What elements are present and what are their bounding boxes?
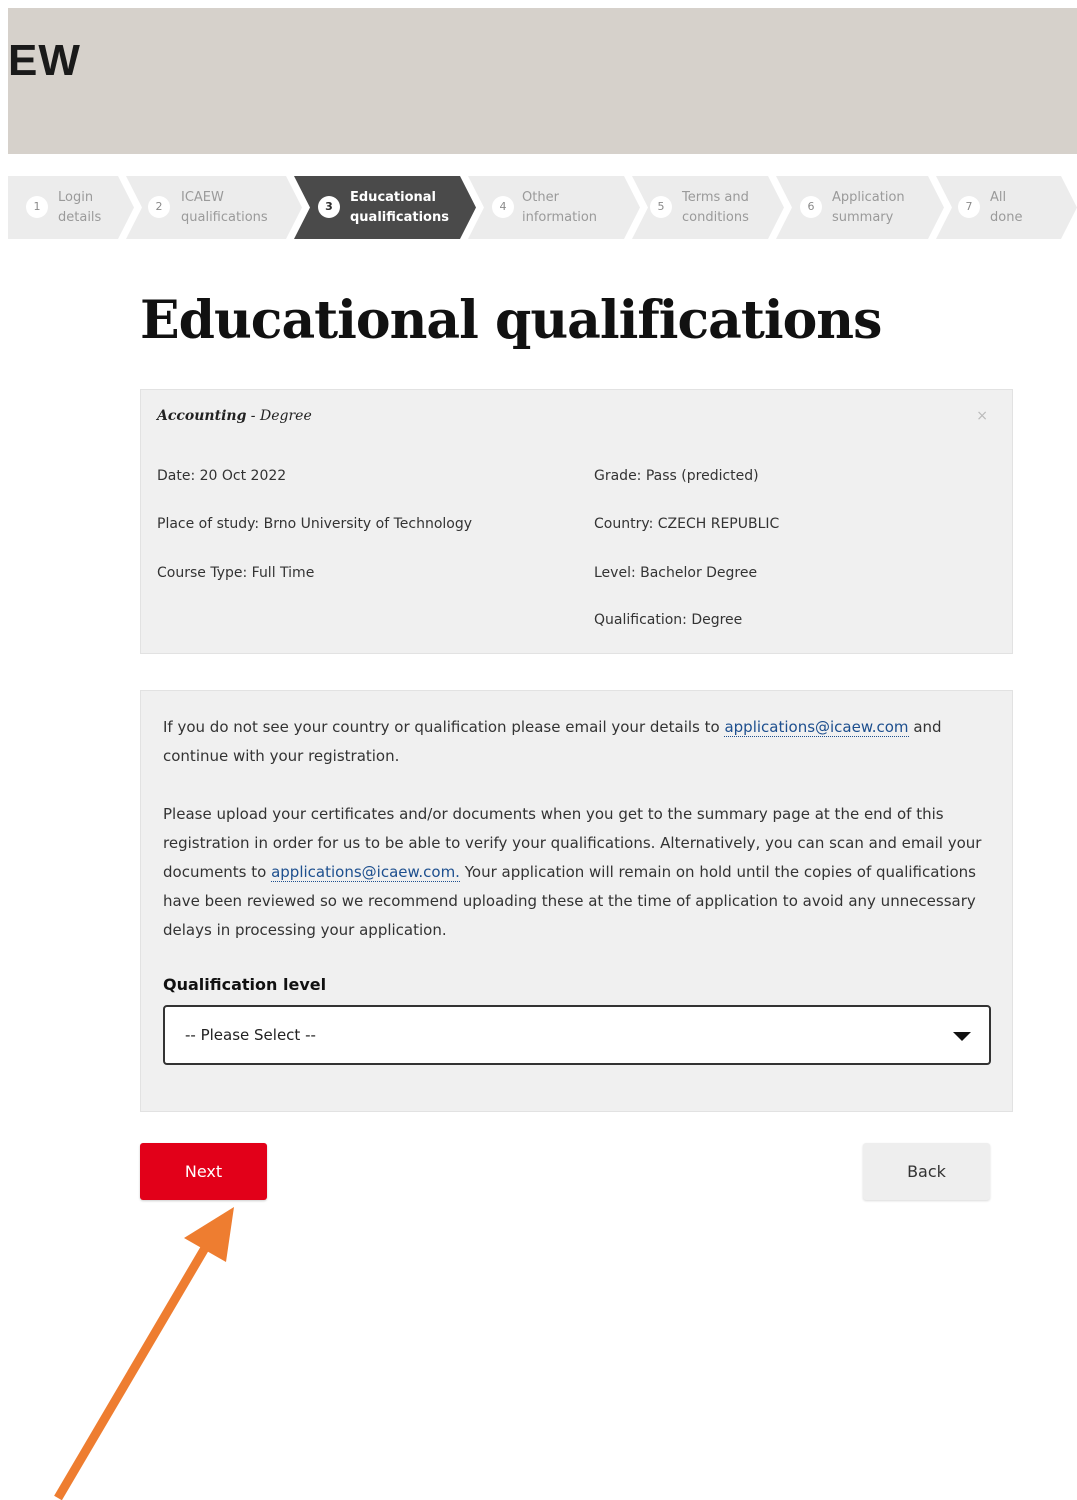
arrow-shaft	[54, 1245, 209, 1500]
arrow-head	[184, 1207, 234, 1262]
annotation-arrow-icon	[54, 1207, 234, 1500]
